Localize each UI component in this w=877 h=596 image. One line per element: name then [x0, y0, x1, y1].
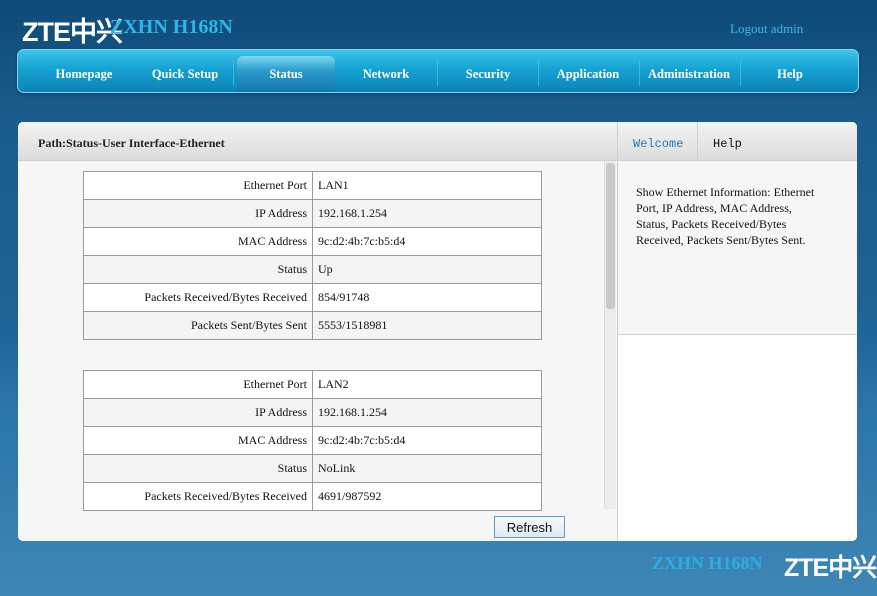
row-label: IP Address: [83, 199, 313, 228]
row-value: 192.168.1.254: [312, 199, 542, 228]
table-row: Status Up: [83, 255, 542, 284]
row-label: Packets Sent/Bytes Sent: [83, 311, 313, 340]
side-tabs: Welcome Help: [618, 122, 857, 161]
model-title: ZXHN H168N: [110, 16, 233, 38]
row-label: MAC Address: [83, 426, 313, 455]
tab-divider: [697, 122, 698, 160]
help-text: Show Ethernet Information: Ethernet Port…: [636, 185, 815, 247]
zte-logo: ZTE中兴: [22, 17, 123, 47]
content-area: Ethernet Port LAN1 IP Address 192.168.1.25…: [18, 161, 617, 541]
table-row: Packets Received/Bytes Received 854/91748: [83, 283, 542, 312]
content-scrollbar[interactable]: [604, 161, 616, 509]
breadcrumb: Path:Status-User Interface-Ethernet: [38, 136, 225, 150]
row-value: NoLink: [312, 454, 542, 483]
row-label: IP Address: [83, 398, 313, 427]
side-panel: Welcome Help Show Ethernet Information: …: [617, 122, 857, 541]
nav-administration[interactable]: Administration: [638, 50, 740, 92]
row-label: Ethernet Port: [83, 171, 313, 200]
footer-model: ZXHN H168N: [652, 553, 763, 573]
row-label: Packets Received/Bytes Received: [83, 283, 313, 312]
scrollbar-thumb[interactable]: [606, 163, 615, 309]
table-row: IP Address 192.168.1.254: [83, 398, 542, 427]
row-label: Status: [83, 255, 313, 284]
main-nav: Homepage Quick Setup Status Network Secu…: [17, 49, 859, 93]
row-label: MAC Address: [83, 227, 313, 256]
nav-security[interactable]: Security: [438, 50, 538, 92]
nav-network[interactable]: Network: [336, 50, 436, 92]
tab-welcome[interactable]: Welcome: [633, 137, 683, 151]
row-label: Ethernet Port: [83, 370, 313, 399]
row-label: Packets Received/Bytes Received: [83, 482, 313, 511]
table-row: IP Address 192.168.1.254: [83, 199, 542, 228]
main-panel: Path:Status-User Interface-Ethernet Ethe…: [18, 122, 857, 541]
help-content: Show Ethernet Information: Ethernet Port…: [618, 161, 857, 335]
row-value: 9c:d2:4b:7c:b5:d4: [312, 426, 542, 455]
row-value: 192.168.1.254: [312, 398, 542, 427]
table-row: Ethernet Port LAN2: [83, 370, 542, 399]
refresh-button[interactable]: Refresh: [494, 516, 565, 538]
table-row: MAC Address 9c:d2:4b:7c:b5:d4: [83, 426, 542, 455]
table-row: Packets Received/Bytes Received 4691/9875…: [83, 482, 542, 511]
nav-homepage[interactable]: Homepage: [34, 50, 134, 92]
row-value: LAN2: [312, 370, 542, 399]
path-bar: Path:Status-User Interface-Ethernet: [18, 122, 617, 161]
row-value: 5553/1518981: [312, 311, 542, 340]
table-row: Status NoLink: [83, 454, 542, 483]
nav-status[interactable]: Status: [237, 56, 335, 92]
nav-application[interactable]: Application: [538, 50, 638, 92]
row-value: 9c:d2:4b:7c:b5:d4: [312, 227, 542, 256]
nav-help[interactable]: Help: [740, 50, 840, 92]
logout-link[interactable]: Logout admin: [730, 21, 803, 37]
row-value: 4691/987592: [312, 482, 542, 511]
row-value: LAN1: [312, 171, 542, 200]
nav-quick-setup[interactable]: Quick Setup: [134, 50, 236, 92]
table-row: Ethernet Port LAN1: [83, 171, 542, 200]
table-row: MAC Address 9c:d2:4b:7c:b5:d4: [83, 227, 542, 256]
tab-help[interactable]: Help: [713, 137, 742, 151]
row-value: 854/91748: [312, 283, 542, 312]
table-row: Packets Sent/Bytes Sent 5553/1518981: [83, 311, 542, 340]
copyright-text: Copyright © 2011 ZTE Corporation. All ri…: [20, 547, 318, 561]
row-label: Status: [83, 454, 313, 483]
ethernet-table-lan1: Ethernet Port LAN1 IP Address 192.168.1.25…: [83, 171, 542, 340]
row-value: Up: [312, 255, 542, 284]
ethernet-table-lan2: Ethernet Port LAN2 IP Address 192.168.1.25…: [83, 370, 542, 511]
footer-zte-logo: ZTE中兴: [784, 554, 877, 582]
